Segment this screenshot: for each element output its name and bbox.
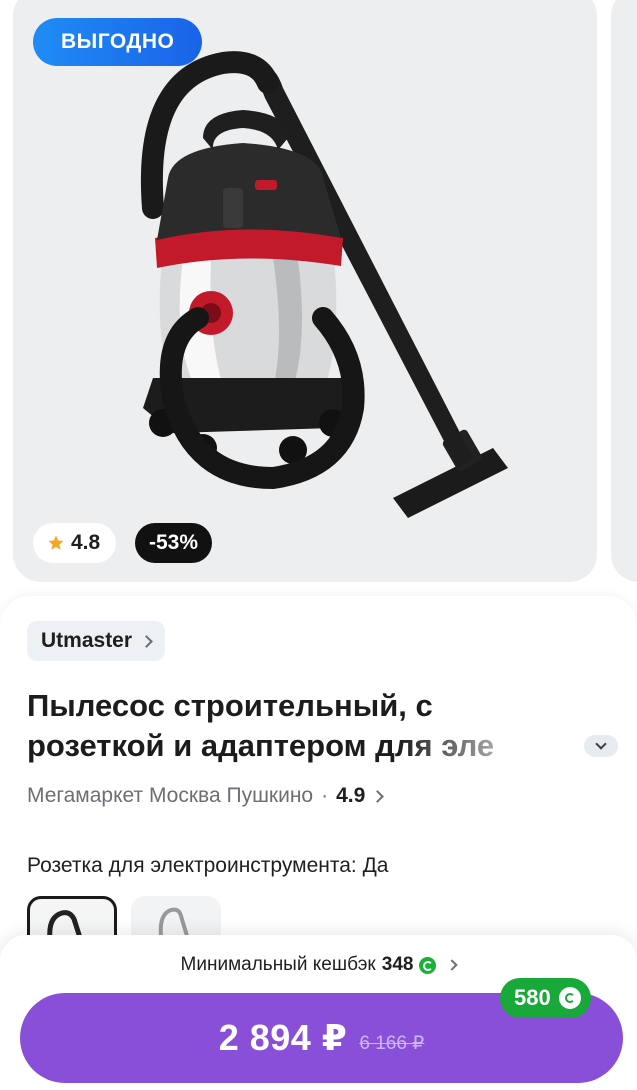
brand-link[interactable]: Utmaster	[27, 621, 166, 661]
star-icon	[48, 535, 64, 550]
chevron-right-icon	[140, 634, 153, 648]
cashback-value: 348	[381, 954, 414, 975]
bonus-icon	[558, 987, 581, 1009]
cashback-label: Минимальный кешбэк	[180, 954, 376, 975]
bonus-icon	[419, 956, 437, 974]
product-page: ВЫГОДНО 4.8 -53% Utmaster Пылесос строит…	[0, 0, 637, 1090]
purchase-panel: Минимальный кешбэк 348 2 894 ₽ 6 166 ₽ 5…	[0, 935, 637, 1090]
chevron-right-icon	[371, 789, 385, 803]
price: 2 894 ₽	[218, 1017, 348, 1058]
brand-name: Utmaster	[41, 629, 133, 652]
product-gallery[interactable]: ВЫГОДНО 4.8 -53%	[0, 0, 637, 600]
feature-option-label: Розетка для электроинструмента: Да	[27, 854, 389, 877]
product-title: Пылесос строительный, с розеткой и адапт…	[27, 686, 557, 766]
seller-link[interactable]: Мегамаркет Москва Пушкино · 4.9	[27, 784, 385, 808]
gallery-slide-next[interactable]	[611, 0, 637, 582]
chevron-down-icon	[595, 738, 607, 750]
rating-badge: 4.8	[33, 523, 117, 563]
chevron-right-icon	[446, 959, 459, 971]
expand-title-button[interactable]	[584, 735, 618, 757]
discount-badge: -53%	[135, 523, 213, 563]
product-title-line1: Пылесос строительный, с	[27, 688, 433, 723]
product-title-line2: розеткой и адаптером для эле	[27, 728, 495, 763]
rating-value: 4.8	[71, 531, 101, 554]
product-image	[140, 51, 508, 518]
old-price: 6 166 ₽	[359, 1032, 425, 1054]
seller-rating: 4.9	[336, 784, 366, 807]
gallery-slide-current[interactable]: ВЫГОДНО 4.8 -53%	[13, 0, 597, 582]
bonus-badge: 580	[500, 978, 591, 1018]
separator-dot: ·	[321, 784, 329, 807]
cashback-info[interactable]: Минимальный кешбэк 348	[0, 954, 637, 976]
seller-name: Мегамаркет Москва Пушкино	[27, 784, 314, 807]
bonus-value: 580	[514, 985, 551, 1010]
